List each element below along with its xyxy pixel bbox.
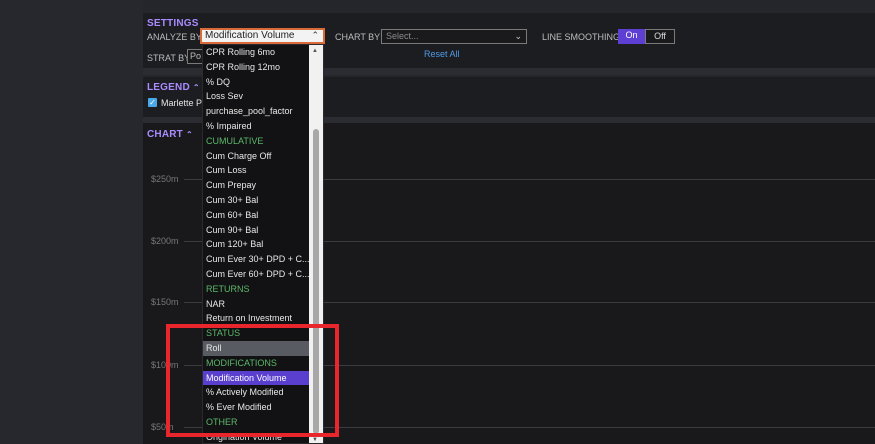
chart-title[interactable]: CHART ⌃ [147,129,193,140]
settings-title: SETTINGS [147,18,199,29]
strat-by-label: STRAT BY [147,53,191,63]
chevron-double-up-icon: ⌃ [192,83,200,92]
dropdown-option[interactable]: CPR Rolling 12mo [203,60,310,75]
reset-all-link[interactable]: Reset All [424,49,460,59]
legend-item-checkbox[interactable]: ✓ [148,98,157,107]
dropdown-group-label: CUMULATIVE [206,135,264,146]
dropdown-group-label: OTHER [206,416,238,427]
dropdown-option[interactable]: Modification Volume [203,370,310,386]
line-smoothing-on-button[interactable]: On [618,29,645,44]
dropdown-group-label: STATUS [206,328,241,339]
chart-by-label: CHART BY [335,32,381,42]
dropdown-option[interactable]: Cum Prepay [203,178,310,193]
dropdown-option[interactable]: Origination Volume [203,430,310,443]
chart-by-placeholder: Select... [386,31,419,41]
dropdown-option[interactable]: NAR [203,297,310,312]
scroll-thumb[interactable] [313,129,319,434]
dropdown-option[interactable]: Loss Sev [203,89,310,104]
dropdown-option[interactable]: Cum 60+ Bal [203,208,310,223]
scroll-down-icon[interactable]: ▼ [312,437,318,443]
strat-by-select[interactable]: Po [187,49,203,64]
dropdown-group-label: RETURNS [206,283,250,294]
chart-title-text: CHART [147,129,183,140]
dropdown-option[interactable]: Cum 90+ Bal [203,223,310,238]
dropdown-option[interactable]: % Impaired [203,119,310,134]
dropdown-option[interactable]: Cum Loss [203,163,310,178]
line-smoothing-off-button[interactable]: Off [645,29,675,44]
analyze-by-label: ANALYZE BY [147,32,202,42]
dropdown-option[interactable]: Roll [203,340,310,356]
dropdown-option[interactable]: CPR Rolling 6mo [203,45,310,60]
y-tick-label: $50m [151,422,174,432]
analyze-by-dropdown[interactable]: CPR Rolling 6mo CPR Rolling 12mo% DQ Loss … [202,44,324,444]
dropdown-option[interactable]: Cum 120+ Bal [203,237,310,252]
y-tick-label: $150m [151,297,179,307]
chevron-down-icon: ⌄ [514,31,522,41]
dropdown-group-label: MODIFICATIONS [206,357,277,368]
dropdown-option[interactable]: % Actively Modified [203,385,310,400]
line-smoothing-label: LINE SMOOTHING [542,32,621,42]
dropdown-option[interactable]: % DQ [203,75,310,90]
analyze-by-value: Modification Volume [205,30,295,41]
y-tick-label: $250m [151,174,179,184]
left-rail [0,0,143,444]
dropdown-option[interactable]: Cum Ever 30+ DPD + C... [203,252,310,267]
legend-title-text: LEGEND [147,82,190,93]
y-tick-label: $100m [151,360,179,370]
scroll-up-icon[interactable]: ▲ [312,48,318,54]
dropdown-option[interactable]: Cum Ever 60+ DPD + C... [203,267,310,282]
chart-by-select[interactable]: Select... ⌄ [381,29,527,44]
dropdown-option[interactable]: Cum 30+ Bal [203,193,310,208]
dropdown-option[interactable]: Cum Charge Off [203,149,310,164]
dropdown-scrollbar[interactable]: ▲ ▼ [309,45,323,443]
dropdown-option[interactable]: Return on Investment [203,311,310,326]
analyze-by-select[interactable]: Modification Volume ⌃ [200,28,325,44]
y-tick-label: $200m [151,236,179,246]
legend-item-label: Marlette P [161,98,203,108]
legend-title[interactable]: LEGEND ⌃ [147,82,200,93]
chevron-up-icon: ⌃ [311,30,319,40]
dropdown-option[interactable]: % Ever Modified [203,400,310,415]
check-icon: ✓ [149,98,156,107]
chevron-double-up-icon: ⌃ [185,130,193,139]
dropdown-option[interactable]: purchase_pool_factor [203,104,310,119]
dropdown-options: CPR Rolling 6mo CPR Rolling 12mo% DQ Loss … [203,45,310,443]
